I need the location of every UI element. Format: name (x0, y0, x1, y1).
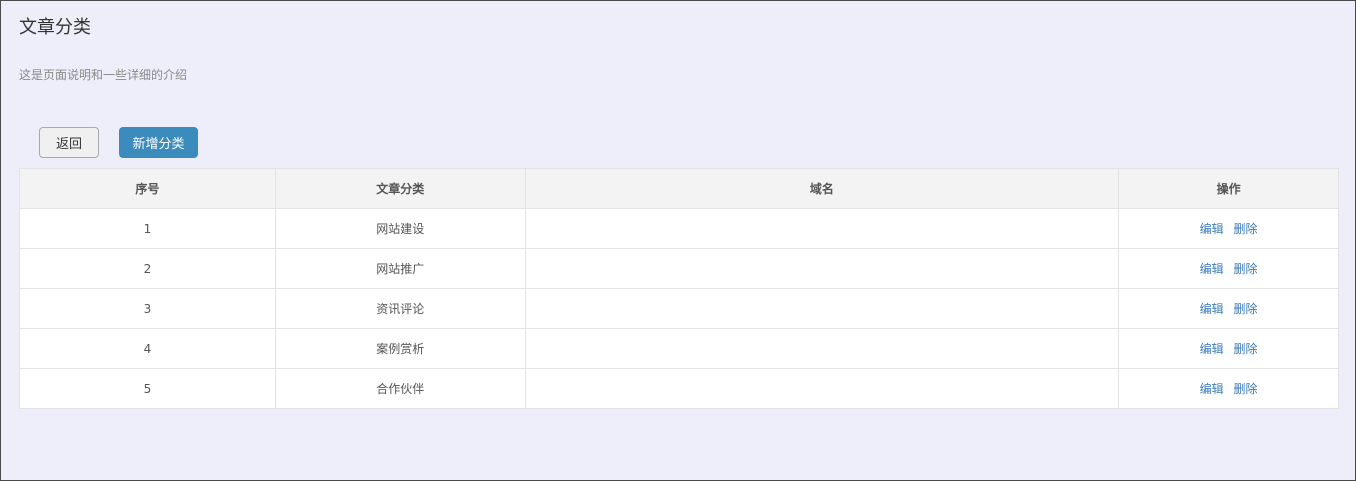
edit-link[interactable]: 编辑 (1200, 342, 1224, 356)
row-actions: 编辑 删除 (1118, 288, 1339, 329)
row-index: 1 (19, 208, 276, 249)
row-index: 2 (19, 248, 276, 289)
header-actions: 操作 (1118, 168, 1339, 209)
table-row: 5 合作伙伴 编辑 删除 (19, 368, 1339, 409)
row-actions: 编辑 删除 (1118, 368, 1339, 409)
header-domain: 域名 (524, 168, 1120, 209)
edit-link[interactable]: 编辑 (1200, 382, 1224, 396)
row-actions: 编辑 删除 (1118, 328, 1339, 369)
delete-link[interactable]: 删除 (1233, 342, 1257, 356)
table-header-row: 序号 文章分类 域名 操作 (19, 168, 1339, 209)
delete-link[interactable]: 删除 (1233, 262, 1257, 276)
row-category: 资讯评论 (274, 288, 526, 329)
delete-link[interactable]: 删除 (1233, 222, 1257, 236)
delete-link[interactable]: 删除 (1233, 382, 1257, 396)
row-domain (524, 328, 1120, 369)
delete-link[interactable]: 删除 (1233, 302, 1257, 316)
row-category: 案例赏析 (274, 328, 526, 369)
row-category: 网站建设 (274, 208, 526, 249)
row-category: 网站推广 (274, 248, 526, 289)
row-index: 5 (19, 368, 276, 409)
table-row: 3 资讯评论 编辑 删除 (19, 288, 1339, 329)
row-category: 合作伙伴 (274, 368, 526, 409)
header-category: 文章分类 (274, 168, 526, 209)
row-index: 3 (19, 288, 276, 329)
edit-link[interactable]: 编辑 (1200, 302, 1224, 316)
edit-link[interactable]: 编辑 (1200, 262, 1224, 276)
row-domain (524, 368, 1120, 409)
category-table: 序号 文章分类 域名 操作 1 网站建设 编辑 删除 2 网站推广 编辑 删除 … (19, 168, 1339, 409)
row-domain (524, 248, 1120, 289)
header-index: 序号 (19, 168, 276, 209)
row-index: 4 (19, 328, 276, 369)
row-domain (524, 288, 1120, 329)
add-category-button[interactable]: 新增分类 (119, 127, 198, 158)
edit-link[interactable]: 编辑 (1200, 222, 1224, 236)
page-title: 文章分类 (19, 17, 91, 38)
back-button[interactable]: 返回 (39, 127, 99, 158)
page-description: 这是页面说明和一些详细的介绍 (19, 68, 188, 82)
row-actions: 编辑 删除 (1118, 248, 1339, 289)
table-row: 4 案例赏析 编辑 删除 (19, 328, 1339, 369)
row-domain (524, 208, 1120, 249)
table-row: 2 网站推广 编辑 删除 (19, 248, 1339, 289)
page-frame: 文章分类 这是页面说明和一些详细的介绍 返回 新增分类 序号 文章分类 域名 操… (0, 0, 1356, 481)
table-row: 1 网站建设 编辑 删除 (19, 208, 1339, 249)
row-actions: 编辑 删除 (1118, 208, 1339, 249)
